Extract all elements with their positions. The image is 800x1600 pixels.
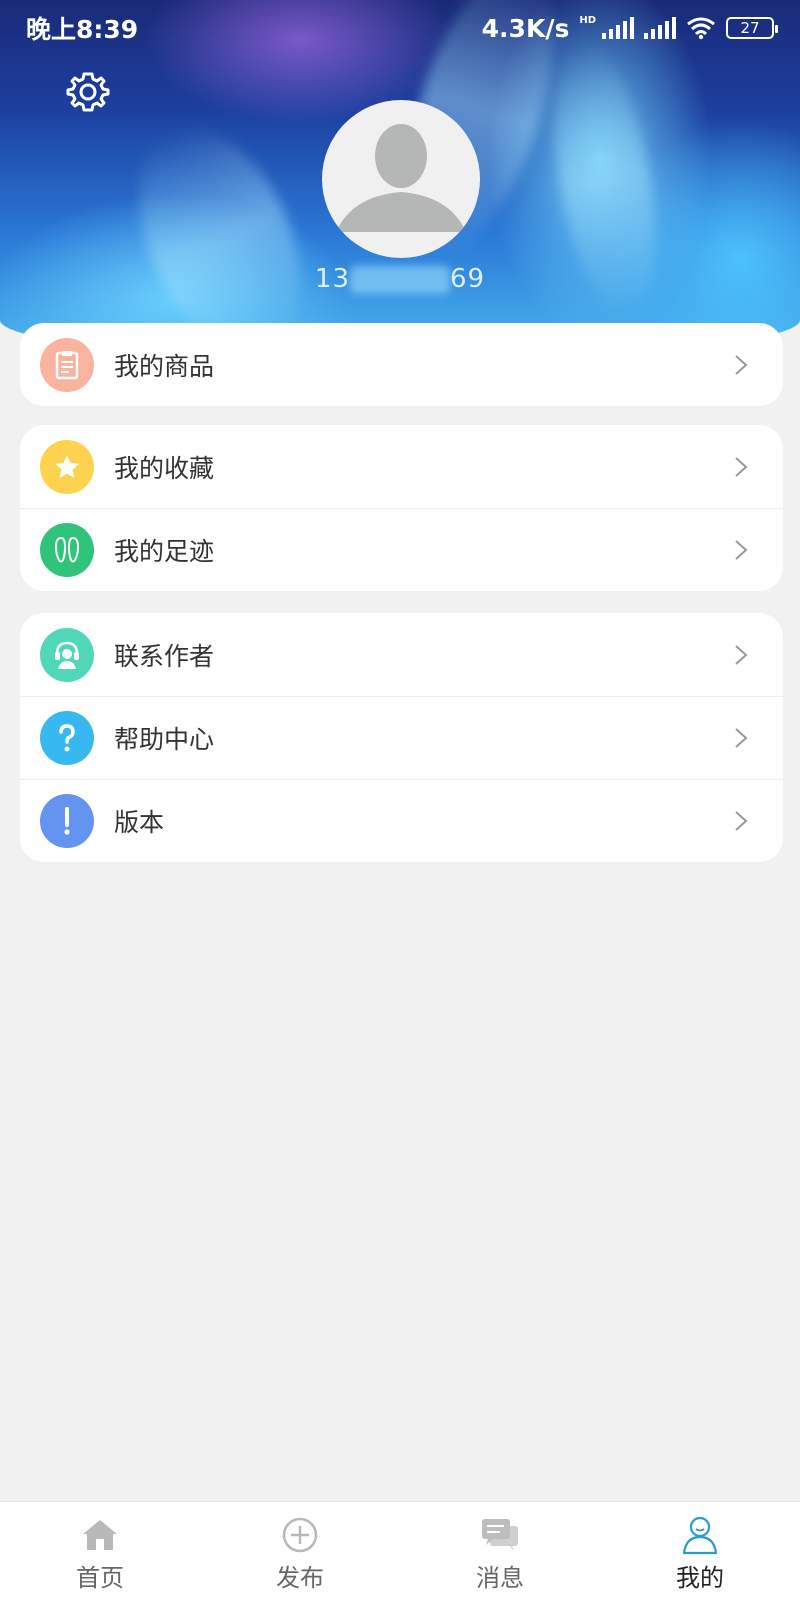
tab-label: 消息	[476, 1564, 524, 1592]
bottom-tab-bar: 首页 发布 消息 我的	[0, 1501, 800, 1600]
menu-item-label: 我的商品	[114, 351, 215, 381]
menu-item-label: 我的足迹	[114, 537, 215, 566]
chevron-right-icon	[735, 540, 748, 560]
chevron-right-icon	[735, 728, 748, 748]
menu-item-label: 版本	[114, 808, 165, 837]
status-time: 晚上8:39	[26, 15, 139, 44]
signal-icon	[644, 17, 676, 39]
profile-header: 晚上8:39 4.3K/s HD 27 13 69	[0, 0, 800, 360]
settings-button[interactable]	[64, 68, 112, 116]
home-icon	[80, 1516, 120, 1554]
plus-circle-icon	[280, 1516, 320, 1554]
phone-mask	[350, 265, 450, 294]
tab-messages[interactable]: 消息	[400, 1502, 600, 1600]
menu-card-activity: 我的收藏 我的足迹	[20, 425, 783, 591]
menu-item-label: 帮助中心	[114, 725, 215, 754]
default-avatar-icon	[336, 124, 466, 232]
exclamation-icon	[40, 794, 94, 848]
star-icon	[40, 439, 94, 494]
chevron-right-icon	[735, 456, 748, 477]
tab-mine[interactable]: 我的	[600, 1502, 800, 1600]
menu-item-my-products[interactable]: 我的商品	[20, 323, 783, 406]
chevron-right-icon	[735, 811, 748, 831]
chat-icon	[480, 1516, 520, 1554]
phone-prefix: 13	[314, 264, 350, 294]
signal-icon	[602, 17, 634, 39]
chevron-right-icon	[735, 644, 748, 665]
menu-item-help-center[interactable]: 帮助中心	[20, 696, 783, 779]
phone-number: 13 69	[0, 264, 800, 294]
headset-icon	[40, 627, 94, 682]
chevron-right-icon	[735, 354, 748, 375]
hd-badge: HD	[579, 14, 596, 26]
menu-item-label: 联系作者	[114, 641, 215, 671]
gear-icon	[66, 72, 110, 112]
menu-item-label: 我的收藏	[114, 453, 215, 483]
battery-icon: 27	[726, 17, 778, 39]
network-speed: 4.3K/s	[481, 13, 570, 43]
tab-label: 首页	[76, 1564, 124, 1592]
menu-item-contact-author[interactable]: 联系作者	[20, 613, 783, 696]
menu-card-products: 我的商品	[20, 323, 783, 406]
battery-level: 27	[740, 19, 760, 37]
status-bar: 晚上8:39 4.3K/s HD 27	[0, 0, 800, 56]
menu-card-support: 联系作者 帮助中心 版本	[20, 613, 783, 862]
phone-suffix: 69	[450, 264, 486, 294]
tab-publish[interactable]: 发布	[200, 1502, 400, 1600]
avatar[interactable]	[322, 100, 480, 258]
aurora-decoration	[105, 101, 335, 360]
menu-item-version[interactable]: 版本	[20, 779, 783, 862]
tab-home[interactable]: 首页	[0, 1502, 200, 1600]
menu-item-footprints[interactable]: 我的足迹	[20, 508, 783, 591]
clipboard-icon	[40, 337, 94, 392]
wifi-icon	[687, 17, 715, 40]
question-icon	[40, 711, 94, 765]
footprint-icon	[40, 523, 94, 577]
menu-item-favorites[interactable]: 我的收藏	[20, 425, 783, 508]
tab-label: 发布	[276, 1564, 324, 1592]
tab-label: 我的	[676, 1564, 724, 1592]
status-icons: 4.3K/s HD 27	[481, 13, 778, 43]
person-icon	[680, 1516, 720, 1555]
